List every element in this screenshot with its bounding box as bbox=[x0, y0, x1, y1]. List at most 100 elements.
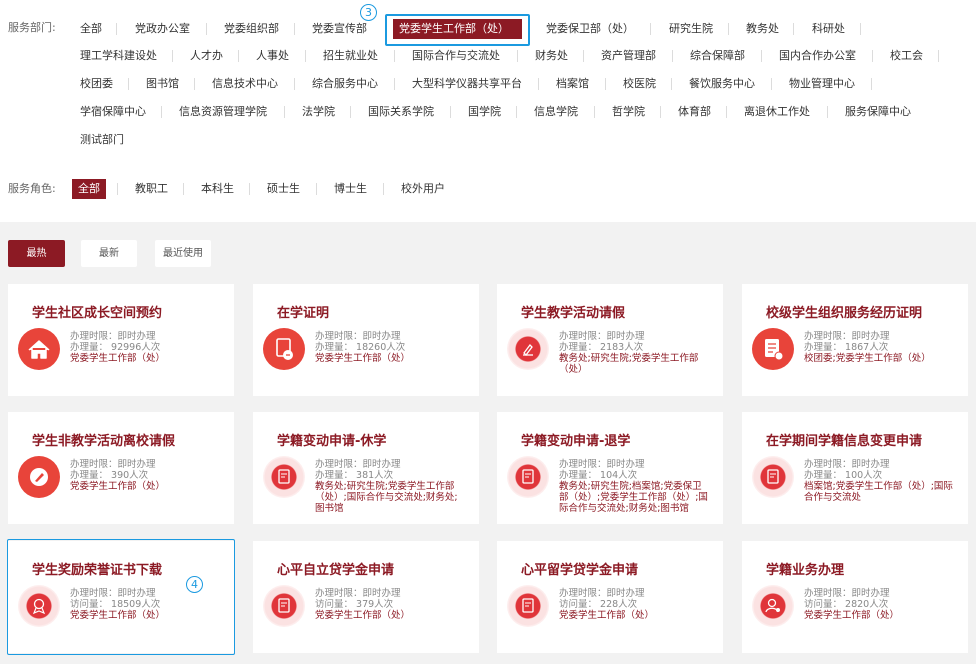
dept-tag-hr[interactable]: 人事处 bbox=[256, 46, 289, 66]
dept-tag-party-office[interactable]: 党政办公室 bbox=[135, 19, 190, 39]
dept-tag-talent-office[interactable]: 人才办 bbox=[190, 46, 223, 66]
form-icon bbox=[752, 456, 794, 498]
service-card-nonteaching-leave[interactable]: 学生非教学活动离校请假 办理时限：即时办理 办理量： 390人次 党委学生工作部… bbox=[8, 412, 234, 524]
service-card-withdrawal[interactable]: 学籍变动申请-退学 办理时限：即时办理 办理量： 104人次 教务处;研究生院;… bbox=[497, 412, 723, 524]
service-card-self-reliance-loan[interactable]: 心平自立贷学金申请 办理时限：即时办理 访问量： 379人次 党委学生工作部（处… bbox=[253, 541, 479, 653]
sort-tab-newest[interactable]: 最新 bbox=[81, 240, 137, 267]
card-title: 学籍变动申请-退学 bbox=[521, 434, 631, 449]
service-card-org-service-proof[interactable]: 校级学生组织服务经历证明 办理时限：即时办理 办理量： 1867人次 校团委;党… bbox=[742, 284, 968, 396]
dept-tag-info-school[interactable]: 信息学院 bbox=[534, 102, 578, 122]
role-tag-master[interactable]: 硕士生 bbox=[267, 179, 300, 199]
card-dept: 教务处;研究生院;党委学生工作部（处）;国际合作与交流处;财务处;图书馆 bbox=[315, 481, 458, 514]
card-count: 访问量： 379人次 bbox=[315, 599, 394, 610]
dept-tag-sports[interactable]: 体育部 bbox=[678, 102, 711, 122]
role-tag-undergrad[interactable]: 本科生 bbox=[201, 179, 234, 199]
card-title: 学籍变动申请-休学 bbox=[277, 434, 387, 449]
dept-tag-catering[interactable]: 餐饮服务中心 bbox=[689, 74, 755, 94]
dept-tag-retirement[interactable]: 离退休工作处 bbox=[744, 102, 810, 122]
card-time-limit: 办理时限：即时办理 bbox=[559, 459, 645, 470]
dept-tag-publicity[interactable]: 党委宣传部 bbox=[312, 19, 367, 39]
role-tag-all[interactable]: 全部 bbox=[72, 179, 106, 199]
card-title: 在学证明 bbox=[277, 306, 330, 321]
card-count: 办理量： 1867人次 bbox=[804, 342, 889, 353]
service-card-enrollment-business[interactable]: 学籍业务办理 办理时限：即时办理 访问量： 2820人次 党委学生工作部（处） bbox=[742, 541, 968, 653]
form-icon bbox=[263, 456, 305, 498]
form-icon bbox=[507, 585, 549, 627]
dept-tag-guoxue[interactable]: 国学院 bbox=[468, 102, 501, 122]
card-title: 校级学生组织服务经历证明 bbox=[766, 306, 923, 321]
sort-tab-hot[interactable]: 最热 bbox=[8, 240, 65, 267]
home-icon bbox=[18, 328, 60, 370]
role-tag-phd[interactable]: 博士生 bbox=[334, 179, 367, 199]
service-card-status-change[interactable]: 在学期间学籍信息变更申请 办理时限：即时办理 办理量： 100人次 档案馆;党委… bbox=[742, 412, 968, 524]
user-gear-icon bbox=[752, 585, 794, 627]
dept-tag-it-center[interactable]: 信息技术中心 bbox=[212, 74, 278, 94]
dept-tag-academic-affairs[interactable]: 教务处 bbox=[746, 19, 779, 39]
dept-tag-hospital[interactable]: 校医院 bbox=[623, 74, 656, 94]
dept-tag-domestic-coop[interactable]: 国内合作办公室 bbox=[779, 46, 856, 66]
role-tag-staff[interactable]: 教职工 bbox=[135, 179, 168, 199]
dept-tag-property[interactable]: 物业管理中心 bbox=[789, 74, 855, 94]
card-dept: 党委学生工作部（处） bbox=[315, 353, 411, 364]
dept-tag-assets[interactable]: 资产管理部 bbox=[601, 46, 656, 66]
highlight-box-step3 bbox=[385, 14, 530, 46]
dept-tag-philosophy[interactable]: 哲学院 bbox=[612, 102, 645, 122]
card-time-limit: 办理时限：即时办理 bbox=[559, 331, 645, 342]
dept-tag-all[interactable]: 全部 bbox=[80, 19, 102, 39]
service-card-suspension[interactable]: 学籍变动申请-休学 办理时限：即时办理 办理量： 381人次 教务处;研究生院;… bbox=[253, 412, 479, 524]
service-card-study-abroad-loan[interactable]: 心平留学贷学金申请 办理时限：即时办理 访问量： 228人次 党委学生工作部（处… bbox=[497, 541, 723, 653]
dept-tag-finance[interactable]: 财务处 bbox=[535, 46, 568, 66]
dept-tag-intl-relations[interactable]: 国际关系学院 bbox=[368, 102, 434, 122]
card-dept: 校团委;党委学生工作部（处） bbox=[804, 353, 931, 364]
dept-tag-security[interactable]: 党委保卫部（处） bbox=[546, 19, 634, 39]
card-dept: 教务处;研究生院;党委学生工作部（处） bbox=[559, 353, 699, 375]
dept-tag-law-school[interactable]: 法学院 bbox=[302, 102, 335, 122]
card-dept: 档案馆;党委学生工作部（处）;国际合作与交流处 bbox=[804, 481, 953, 503]
certificate-icon bbox=[752, 328, 794, 370]
sort-tab-recent[interactable]: 最近使用 bbox=[155, 240, 211, 267]
dept-tag-research[interactable]: 科研处 bbox=[812, 19, 845, 39]
role-tag-external[interactable]: 校外用户 bbox=[401, 179, 445, 199]
service-card-teaching-leave[interactable]: 学生教学活动请假 办理时限：即时办理 办理量： 2183人次 教务处;研究生院;… bbox=[497, 284, 723, 396]
card-count: 办理量： 100人次 bbox=[804, 470, 883, 481]
card-title: 学籍业务办理 bbox=[766, 563, 845, 578]
card-time-limit: 办理时限：即时办理 bbox=[804, 331, 890, 342]
card-dept: 党委学生工作部（处） bbox=[315, 610, 411, 621]
card-time-limit: 办理时限：即时办理 bbox=[559, 588, 645, 599]
dept-tag-service-support[interactable]: 服务保障中心 bbox=[845, 102, 911, 122]
dept-tag-service-center[interactable]: 综合服务中心 bbox=[312, 74, 378, 94]
dept-tag-support[interactable]: 综合保障部 bbox=[690, 46, 745, 66]
dept-tag-archives[interactable]: 档案馆 bbox=[556, 74, 589, 94]
annotation-step3: 3 bbox=[360, 4, 377, 21]
dept-tag-union[interactable]: 校工会 bbox=[890, 46, 923, 66]
card-title: 心平留学贷学金申请 bbox=[521, 563, 639, 578]
card-title: 学生教学活动请假 bbox=[521, 306, 626, 321]
dept-filter-label: 服务部门: bbox=[8, 21, 56, 34]
dept-tag-accommodation[interactable]: 学宿保障中心 bbox=[80, 102, 146, 122]
service-card-community-space[interactable]: 学生社区成长空间预约 办理时限：即时办理 办理量： 92996人次 党委学生工作… bbox=[8, 284, 234, 396]
card-dept: 党委学生工作部（处） bbox=[70, 353, 166, 364]
card-time-limit: 办理时限：即时办理 bbox=[804, 588, 890, 599]
dept-tag-graduate-school[interactable]: 研究生院 bbox=[669, 19, 713, 39]
card-time-limit: 办理时限：即时办理 bbox=[70, 331, 156, 342]
dept-tag-instrument-platform[interactable]: 大型科学仪器共享平台 bbox=[412, 74, 522, 94]
dept-tag-test[interactable]: 测试部门 bbox=[80, 130, 124, 150]
dept-tag-youth-league[interactable]: 校团委 bbox=[80, 74, 113, 94]
card-title: 在学期间学籍信息变更申请 bbox=[766, 434, 923, 449]
dept-tag-info-resources[interactable]: 信息资源管理学院 bbox=[179, 102, 267, 122]
dept-tag-library[interactable]: 图书馆 bbox=[146, 74, 179, 94]
service-card-enrollment-proof[interactable]: 在学证明 办理时限：即时办理 办理量： 18260人次 党委学生工作部（处） bbox=[253, 284, 479, 396]
card-time-limit: 办理时限：即时办理 bbox=[315, 588, 401, 599]
filter-panel: 服务部门: 全部 党政办公室 党委组织部 党委宣传部 党委学生工作部（处） 3 … bbox=[0, 0, 976, 222]
dept-tag-admissions[interactable]: 招生就业处 bbox=[323, 46, 378, 66]
card-time-limit: 办理时限：即时办理 bbox=[315, 331, 401, 342]
document-stamp-icon bbox=[263, 328, 305, 370]
card-title: 心平自立贷学金申请 bbox=[277, 563, 395, 578]
role-filter-label: 服务角色: bbox=[8, 182, 56, 195]
card-dept: 教务处;研究生院;档案馆;党委保卫部（处）;党委学生工作部（处）;国际合作与交流… bbox=[559, 481, 708, 514]
dept-tag-organization[interactable]: 党委组织部 bbox=[224, 19, 279, 39]
card-count: 访问量： 228人次 bbox=[559, 599, 638, 610]
form-icon bbox=[263, 585, 305, 627]
dept-tag-international[interactable]: 国际合作与交流处 bbox=[412, 46, 500, 66]
dept-tag-engineering[interactable]: 理工学科建设处 bbox=[80, 46, 157, 66]
